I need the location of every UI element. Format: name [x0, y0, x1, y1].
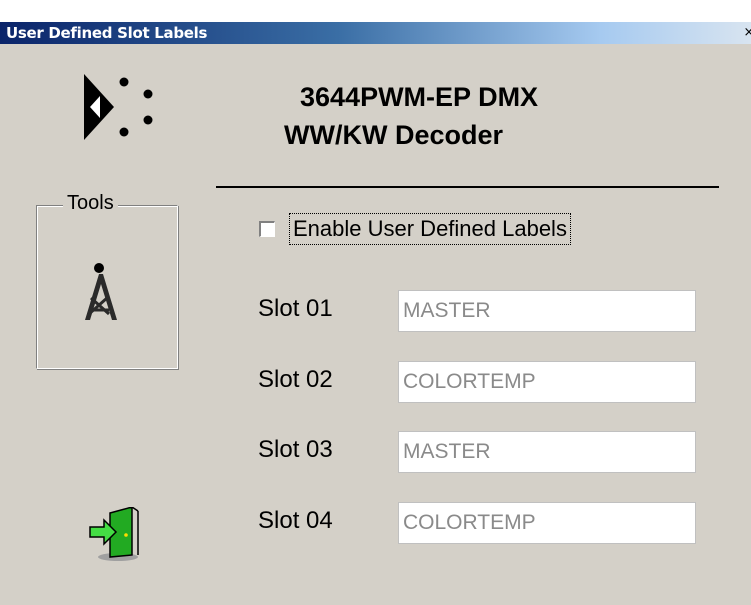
slot-02-label: Slot 02: [258, 366, 333, 393]
close-button[interactable]: ×: [741, 25, 751, 40]
slot-03-field[interactable]: MASTER: [398, 431, 696, 473]
slot-02-field[interactable]: COLORTEMP: [398, 361, 696, 403]
transmitter-tower-icon[interactable]: [79, 262, 119, 322]
exit-door-icon[interactable]: [88, 507, 142, 563]
slot-03-label: Slot 03: [258, 436, 333, 463]
header-divider: [216, 186, 719, 188]
title-bar[interactable]: User Defined Slot Labels ×: [0, 22, 751, 44]
window-title: User Defined Slot Labels: [6, 24, 208, 42]
product-title-line1: 3644PWM-EP DMX: [300, 82, 539, 112]
top-margin: [0, 0, 751, 22]
product-title-line2: WW/KW Decoder: [284, 120, 503, 150]
enable-labels-label[interactable]: Enable User Defined Labels: [289, 213, 571, 245]
slot-04-label: Slot 04: [258, 507, 333, 534]
tools-groupbox: Tools: [36, 192, 178, 369]
slot-01-field[interactable]: MASTER: [398, 290, 696, 332]
tools-label: Tools: [63, 192, 118, 215]
dialog-window: User Defined Slot Labels × 3644PWM-EP DM…: [0, 0, 751, 605]
enable-labels-checkbox[interactable]: [259, 221, 275, 237]
company-logo-icon: [84, 74, 153, 140]
slot-04-field[interactable]: COLORTEMP: [398, 502, 696, 544]
product-title: 3644PWM-EP DMX WW/KW Decoder: [270, 78, 670, 154]
slot-01-label: Slot 01: [258, 295, 333, 322]
